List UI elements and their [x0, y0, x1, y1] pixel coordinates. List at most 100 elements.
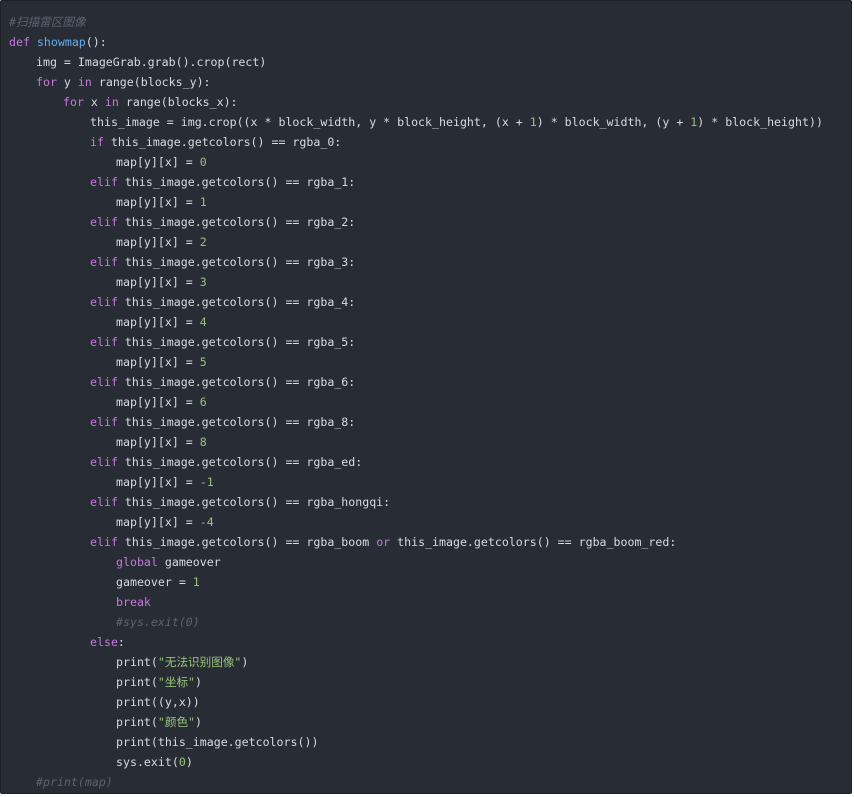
code-token: this_image.getcolors() == rgba_5: — [117, 335, 356, 349]
code-token: this_image = img.crop((x * block_width, … — [90, 115, 530, 129]
code-token: 4 — [199, 315, 207, 329]
code-token: 2 — [199, 235, 207, 249]
code-token: this_image.getcolors() == rgba_ed: — [117, 455, 363, 469]
code-token: y — [56, 75, 78, 89]
code-comment: #扫描雷区图像 — [9, 15, 86, 29]
code-line: map[y][x] = 2 — [9, 232, 823, 252]
code-token: map[y][x] = — [116, 475, 200, 489]
code-token: print( — [116, 675, 158, 689]
code-token: elif — [90, 415, 118, 429]
code-token: gameover — [157, 555, 221, 569]
code-token: ) * block_width, (y + — [536, 115, 691, 129]
code-line: elif this_image.getcolors() == rgba_8: — [9, 412, 823, 432]
code-token: map[y][x] = — [116, 355, 200, 369]
code-token: 0 — [178, 755, 186, 769]
code-line: #print(map) — [9, 772, 823, 792]
code-comment: #print(map) — [36, 775, 113, 789]
code-token: this_image.getcolors() == rgba_8: — [117, 415, 356, 429]
code-token: "无法识别图像" — [157, 655, 242, 669]
code-token: elif — [90, 535, 118, 549]
code-token: 8 — [199, 435, 207, 449]
code-line: gameover = 1 — [9, 572, 823, 592]
code-token: map[y][x] = — [116, 195, 200, 209]
code-line: map[y][x] = 4 — [9, 312, 823, 332]
code-line: for x in range(blocks_x): — [9, 92, 823, 112]
code-token: (): — [85, 35, 107, 49]
code-token: for — [63, 95, 84, 109]
code-token: break — [116, 595, 151, 609]
code-token: this_image.getcolors() == rgba_4: — [117, 295, 356, 309]
code-line: print((y,x)) — [9, 692, 823, 712]
code-token: def — [9, 35, 37, 49]
code-token: 1 — [192, 575, 200, 589]
code-token: ) — [241, 655, 249, 669]
code-token: map[y][x] = — [116, 515, 200, 529]
code-token: elif — [90, 295, 118, 309]
code-line: map[y][x] = 8 — [9, 432, 823, 452]
code-line: sys.exit(0) — [9, 752, 823, 772]
code-block: #扫描雷区图像 def showmap(): img = ImageGrab.gra… — [0, 0, 852, 794]
code-token: this_image.getcolors() == rgba_boom_red: — [390, 535, 677, 549]
code-token: 1 — [529, 115, 537, 129]
code-token: else — [90, 635, 118, 649]
code-token: this_image.getcolors() == rgba_6: — [117, 375, 356, 389]
code-token: elif — [90, 375, 118, 389]
code-line: elif this_image.getcolors() == rgba_1: — [9, 172, 823, 192]
code-content: #扫描雷区图像 def showmap(): img = ImageGrab.gra… — [9, 12, 823, 792]
code-token: map[y][x] = — [116, 155, 200, 169]
code-line: print("无法识别图像") — [9, 652, 823, 672]
code-line: elif this_image.getcolors() == rgba_2: — [9, 212, 823, 232]
code-token: or — [376, 535, 391, 549]
code-token: map[y][x] = — [116, 275, 200, 289]
code-token: 6 — [199, 395, 207, 409]
code-line: map[y][x] = 1 — [9, 192, 823, 212]
code-line: elif this_image.getcolors() == rgba_hong… — [9, 492, 823, 512]
code-token: map[y][x] = — [116, 435, 200, 449]
code-line: this_image = img.crop((x * block_width, … — [9, 112, 823, 132]
code-token: elif — [90, 255, 118, 269]
code-token: in — [104, 95, 119, 109]
code-line: elif this_image.getcolors() == rgba_6: — [9, 372, 823, 392]
code-line: elif this_image.getcolors() == rgba_ed: — [9, 452, 823, 472]
code-token: x — [83, 95, 105, 109]
code-line: break — [9, 592, 823, 612]
code-token: elif — [90, 495, 118, 509]
code-line: #sys.exit(0) — [9, 612, 823, 632]
code-line: elif this_image.getcolors() == rgba_5: — [9, 332, 823, 352]
code-line: map[y][x] = 6 — [9, 392, 823, 412]
code-token: elif — [90, 175, 118, 189]
code-token: print(this_image.getcolors()) — [116, 735, 319, 749]
code-line: print(this_image.getcolors()) — [9, 732, 823, 752]
code-token: this_image.getcolors() == rgba_hongqi: — [117, 495, 391, 509]
code-token: print( — [116, 715, 158, 729]
code-token: 0 — [199, 155, 207, 169]
code-line: def showmap(): — [9, 32, 823, 52]
code-token: sys.exit( — [116, 755, 179, 769]
code-line: map[y][x] = 5 — [9, 352, 823, 372]
code-token: 1 — [199, 195, 207, 209]
code-token: this_image.getcolors() == rgba_boom — [117, 535, 377, 549]
code-token: print((y,x)) — [116, 695, 200, 709]
code-token: this_image.getcolors() == rgba_0: — [103, 135, 342, 149]
code-token: ) — [195, 675, 203, 689]
code-line: map[y][x] = -4 — [9, 512, 823, 532]
code-line: #扫描雷区图像 — [9, 12, 823, 32]
code-token: ) * block_height)) — [697, 115, 823, 129]
code-token: ) — [185, 755, 193, 769]
code-token: elif — [90, 215, 118, 229]
code-line: elif this_image.getcolors() == rgba_4: — [9, 292, 823, 312]
code-token: "颜色" — [157, 715, 196, 729]
code-line: print("颜色") — [9, 712, 823, 732]
code-line: img = ImageGrab.grab().crop(rect) — [9, 52, 823, 72]
code-token: if — [90, 135, 104, 149]
code-line: print("坐标") — [9, 672, 823, 692]
code-line: for y in range(blocks_y): — [9, 72, 823, 92]
code-token: global — [116, 555, 158, 569]
code-token: range(blocks_x): — [118, 95, 238, 109]
code-comment: #sys.exit(0) — [116, 615, 200, 629]
code-line: elif this_image.getcolors() == rgba_3: — [9, 252, 823, 272]
code-token: map[y][x] = — [116, 395, 200, 409]
code-line: else: — [9, 632, 823, 652]
code-token: showmap — [36, 35, 86, 49]
code-token: this_image.getcolors() == rgba_1: — [117, 175, 356, 189]
